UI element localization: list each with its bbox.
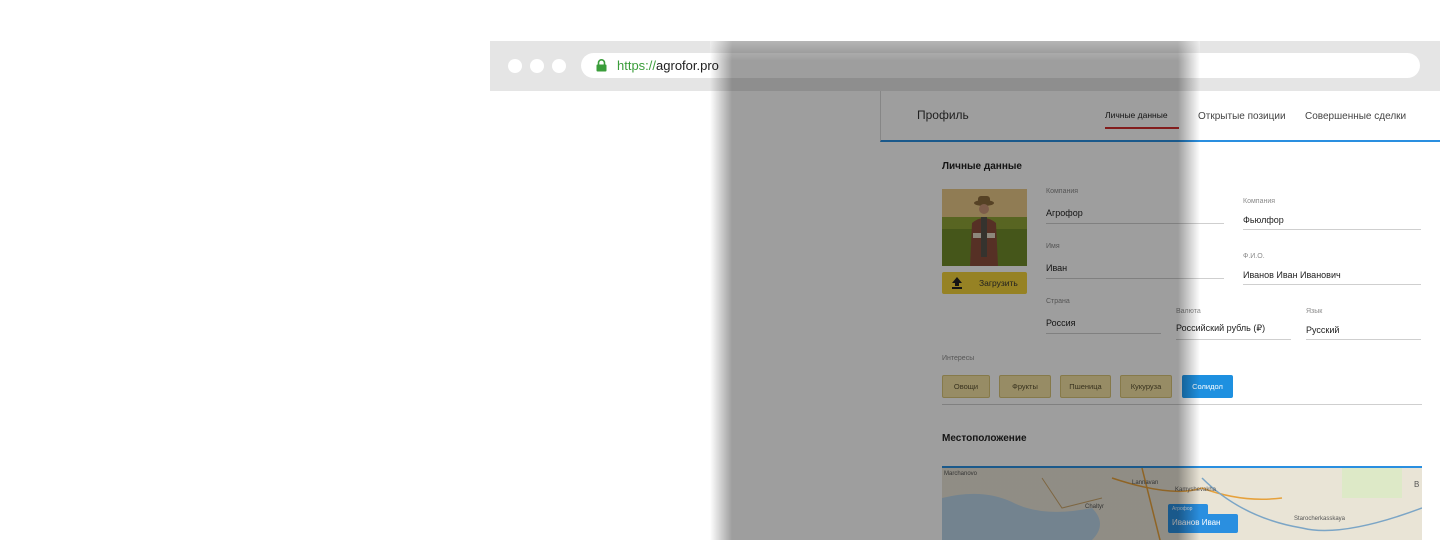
avatar bbox=[942, 189, 1027, 266]
farmer-photo bbox=[942, 189, 1027, 266]
personal-section-title: Личные данные bbox=[942, 161, 1022, 172]
country-field[interactable]: Страна Россия bbox=[1046, 298, 1161, 334]
upload-icon bbox=[952, 277, 962, 289]
fio-field[interactable]: Ф.И.О. Иванов Иван Иванович bbox=[1243, 253, 1421, 285]
lock-icon bbox=[596, 59, 607, 72]
tab-open-positions[interactable]: Открытые позиции bbox=[1198, 111, 1286, 122]
upload-label: Загрузить bbox=[979, 278, 1018, 288]
profile-header: Профиль Личные данные Открытые позиции С… bbox=[880, 91, 1440, 142]
section-divider bbox=[942, 404, 1422, 405]
country-value: Россия bbox=[1046, 318, 1076, 328]
map-label: Marchanovo bbox=[944, 471, 978, 477]
url-text: https://agrofor.pro bbox=[617, 58, 719, 73]
active-tab-indicator bbox=[1105, 127, 1179, 129]
map-label: B bbox=[1414, 480, 1420, 489]
left-panel bbox=[490, 91, 880, 540]
company-field-left[interactable]: Компания Агрофор bbox=[1046, 188, 1224, 224]
interest-chip-solidol[interactable]: Солидол bbox=[1182, 375, 1233, 398]
location-map[interactable]: Marchanovo Lannavan Kamyshevakha Chaltyr… bbox=[942, 466, 1422, 540]
country-label: Страна bbox=[1046, 298, 1070, 305]
location-section-title: Местоположение bbox=[942, 433, 1027, 444]
company-value: Агрофор bbox=[1046, 208, 1083, 218]
name-value: Иван bbox=[1046, 263, 1068, 273]
currency-field[interactable]: Валюта Российский рубль (₽) bbox=[1176, 308, 1291, 340]
interest-chip-wheat[interactable]: Пшеница bbox=[1060, 375, 1111, 398]
profile-form: Личные данные Загрузить Компания Агрофор… bbox=[931, 142, 1440, 540]
interests-label: Интересы bbox=[942, 355, 975, 362]
window-minimize-dot[interactable] bbox=[530, 59, 544, 73]
map-label: Starocherkasskaya bbox=[1294, 516, 1346, 522]
language-field[interactable]: Язык Русский bbox=[1306, 308, 1421, 340]
interest-chip-corn[interactable]: Кукуруза bbox=[1120, 375, 1172, 398]
interest-chip-fruits[interactable]: Фрукты bbox=[999, 375, 1051, 398]
tab-completed-deals[interactable]: Совершенные сделки bbox=[1305, 111, 1406, 122]
url-protocol: https:// bbox=[617, 58, 657, 73]
url-host: agrofor.pro bbox=[656, 58, 719, 73]
fio-value: Иванов Иван Иванович bbox=[1243, 270, 1341, 280]
name-field[interactable]: Имя Иван bbox=[1046, 243, 1224, 279]
address-bar[interactable]: https://agrofor.pro bbox=[581, 53, 1420, 78]
browser-toolbar: https://agrofor.pro bbox=[490, 41, 1440, 91]
language-value: Русский bbox=[1306, 325, 1340, 335]
language-label: Язык bbox=[1306, 308, 1323, 315]
marker-tag-text: Агрофор bbox=[1172, 506, 1193, 512]
page-content: Профиль Личные данные Открытые позиции С… bbox=[490, 91, 1440, 540]
currency-value: Российский рубль (₽) bbox=[1176, 323, 1266, 333]
fio-label: Ф.И.О. bbox=[1243, 253, 1265, 260]
marker-label: Иванов Иван bbox=[1172, 518, 1221, 527]
page-title: Профиль bbox=[917, 108, 969, 122]
tab-personal-data[interactable]: Личные данные bbox=[1105, 110, 1168, 120]
interest-chip-vegetables[interactable]: Овощи bbox=[942, 375, 990, 398]
company-field-right[interactable]: Компания Фьюлфор bbox=[1243, 198, 1421, 230]
upload-button[interactable]: Загрузить bbox=[942, 272, 1027, 294]
map-label: Lannavan bbox=[1132, 480, 1159, 486]
window-close-dot[interactable] bbox=[508, 59, 522, 73]
company-label: Компания bbox=[1046, 188, 1079, 195]
company-value-right: Фьюлфор bbox=[1243, 215, 1284, 225]
map-marker[interactable]: Иванов Иван bbox=[1168, 514, 1238, 533]
name-label: Имя bbox=[1046, 243, 1060, 250]
map-label: Kamyshevakha bbox=[1175, 487, 1217, 493]
window-maximize-dot[interactable] bbox=[552, 59, 566, 73]
company-label-right: Компания bbox=[1243, 198, 1276, 205]
currency-label: Валюта bbox=[1176, 308, 1201, 315]
map-label: Chaltyr bbox=[1085, 504, 1105, 510]
